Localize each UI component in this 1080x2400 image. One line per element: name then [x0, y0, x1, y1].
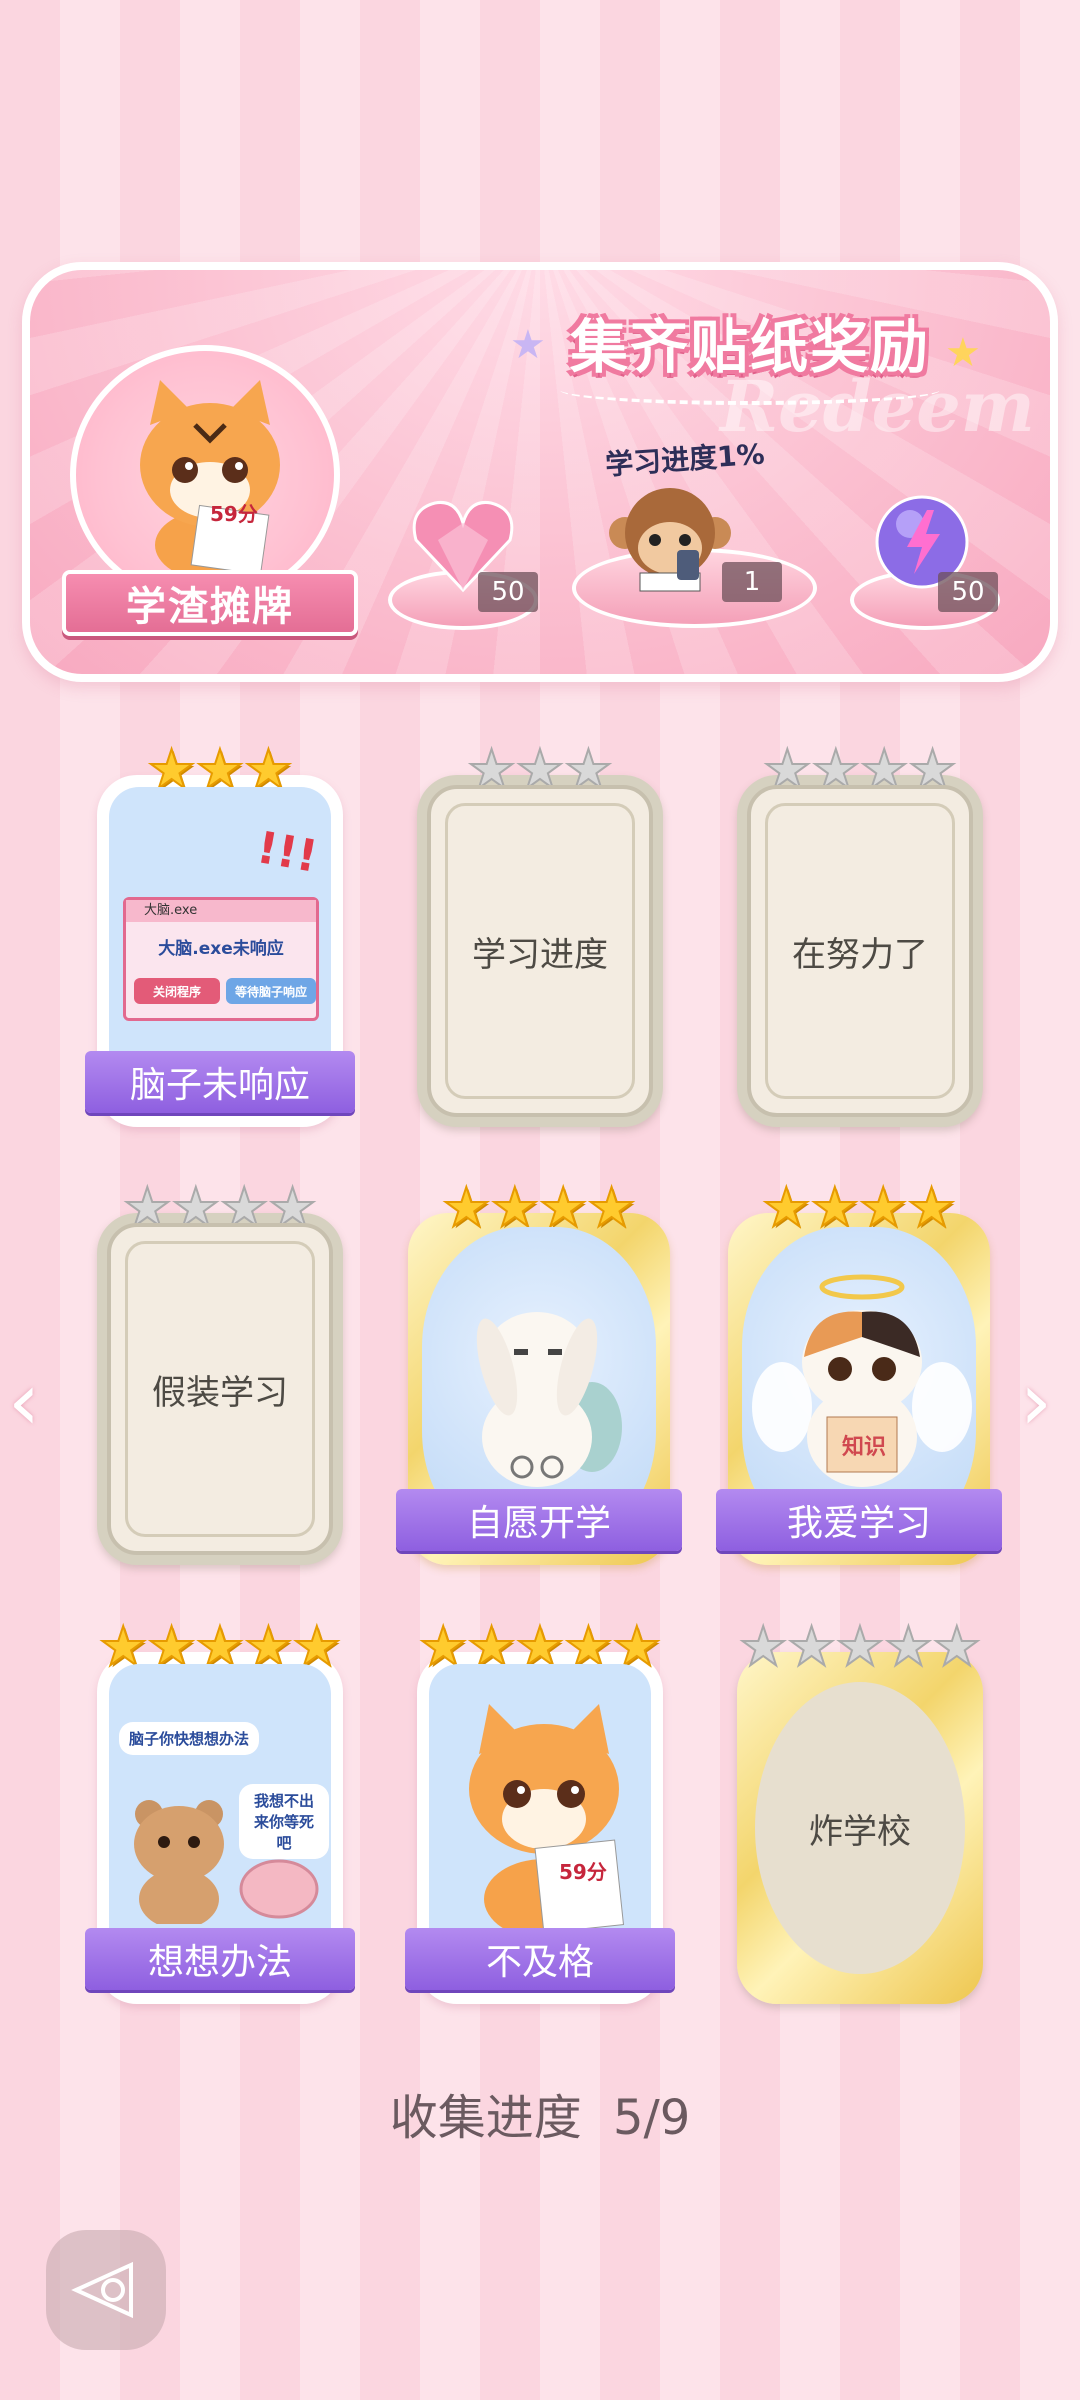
tiger-icon	[469, 1704, 625, 1934]
sticker-card-think-of-way[interactable]: ★ ★ ★ ★ ★ 脑子你快想想办法 我想不出来你等死吧 想想办法	[85, 1619, 355, 2004]
monkey-reading-icon	[609, 488, 731, 592]
collection-progress: 收集进度 5/9	[0, 2078, 1080, 2148]
collection-label: 收集进度	[389, 2090, 582, 2146]
sticker-card-locked[interactable]: ★ ★ ★ 学习进度	[417, 742, 663, 1127]
sticker-card-locked[interactable]: ★ ★ ★ ★ 假装学习	[97, 1180, 343, 1565]
bear-and-brain-icon	[134, 1800, 319, 1924]
speech-bubble: 脑子你快想想办法	[119, 1722, 260, 1755]
card-label: 炸学校	[809, 1811, 911, 1852]
card-label: 学习进度	[472, 934, 608, 975]
star-rating: ★ ★ ★ ★ ★	[738, 1615, 982, 1678]
avatar-title-ribbon: 学渣摊牌	[62, 570, 358, 636]
card-placeholder: 假装学习	[107, 1223, 333, 1555]
card-placeholder: 学习进度	[427, 785, 653, 1117]
reward-count: 50	[938, 572, 998, 612]
card-label: 脑子未响应	[85, 1051, 355, 1113]
redeem-watermark: Redeem	[720, 365, 1035, 448]
card-label: 我爱学习	[716, 1489, 1002, 1551]
book-text: 知识	[842, 1435, 887, 1460]
tiger-avatar-icon	[140, 380, 280, 580]
card-label: 自愿开学	[396, 1489, 682, 1551]
card-label: 假装学习	[152, 1372, 288, 1413]
next-page-arrow[interactable]: ›	[1020, 1355, 1052, 1448]
reward-count: 1	[722, 562, 782, 602]
card-placeholder: 在努力了	[747, 785, 973, 1117]
star-icon: ★	[510, 322, 546, 368]
collection-value: 5/9	[613, 2090, 691, 2146]
avatar-paper-score: 59分	[210, 502, 258, 526]
score-paper-text: 59分	[559, 1860, 607, 1884]
bunny-icon	[476, 1312, 622, 1487]
sticker-card-failed[interactable]: ★ ★ ★ ★ ★ 59分 不及格	[405, 1619, 675, 2004]
card-label: 想想办法	[85, 1928, 355, 1990]
star-icon: ★	[945, 330, 981, 376]
sticker-card-love-study[interactable]: ★ ★ ★ ★ 知识 我爱学习	[716, 1180, 1002, 1565]
prev-page-arrow[interactable]: ‹	[8, 1355, 40, 1448]
card-placeholder: 炸学校	[755, 1682, 965, 1974]
error-window: 大脑.exe 大脑.exe未响应 关闭程序 等待脑子响应	[123, 897, 319, 1021]
reward-count: 50	[478, 572, 538, 612]
angel-cat-icon	[752, 1274, 972, 1487]
card-label: 在努力了	[792, 934, 928, 975]
exclaim-icon: !!!	[252, 822, 321, 883]
sticker-card-locked[interactable]: ★ ★ ★ ★ ★ 炸学校	[737, 1619, 983, 2004]
back-button[interactable]	[46, 2230, 166, 2350]
sticker-card-voluntary-school[interactable]: ★ ★ ★ ★ 自愿开学	[396, 1180, 682, 1565]
back-arrow-icon	[71, 2261, 133, 2319]
card-label: 不及格	[405, 1928, 675, 1990]
sticker-card-locked[interactable]: ★ ★ ★ ★ 在努力了	[737, 742, 983, 1127]
sticker-card-brain-not-responding[interactable]: ★ ★ ★ !!! 大脑.exe 大脑.exe未响应 关闭程序 等待脑子响应 脑子未…	[85, 742, 355, 1127]
